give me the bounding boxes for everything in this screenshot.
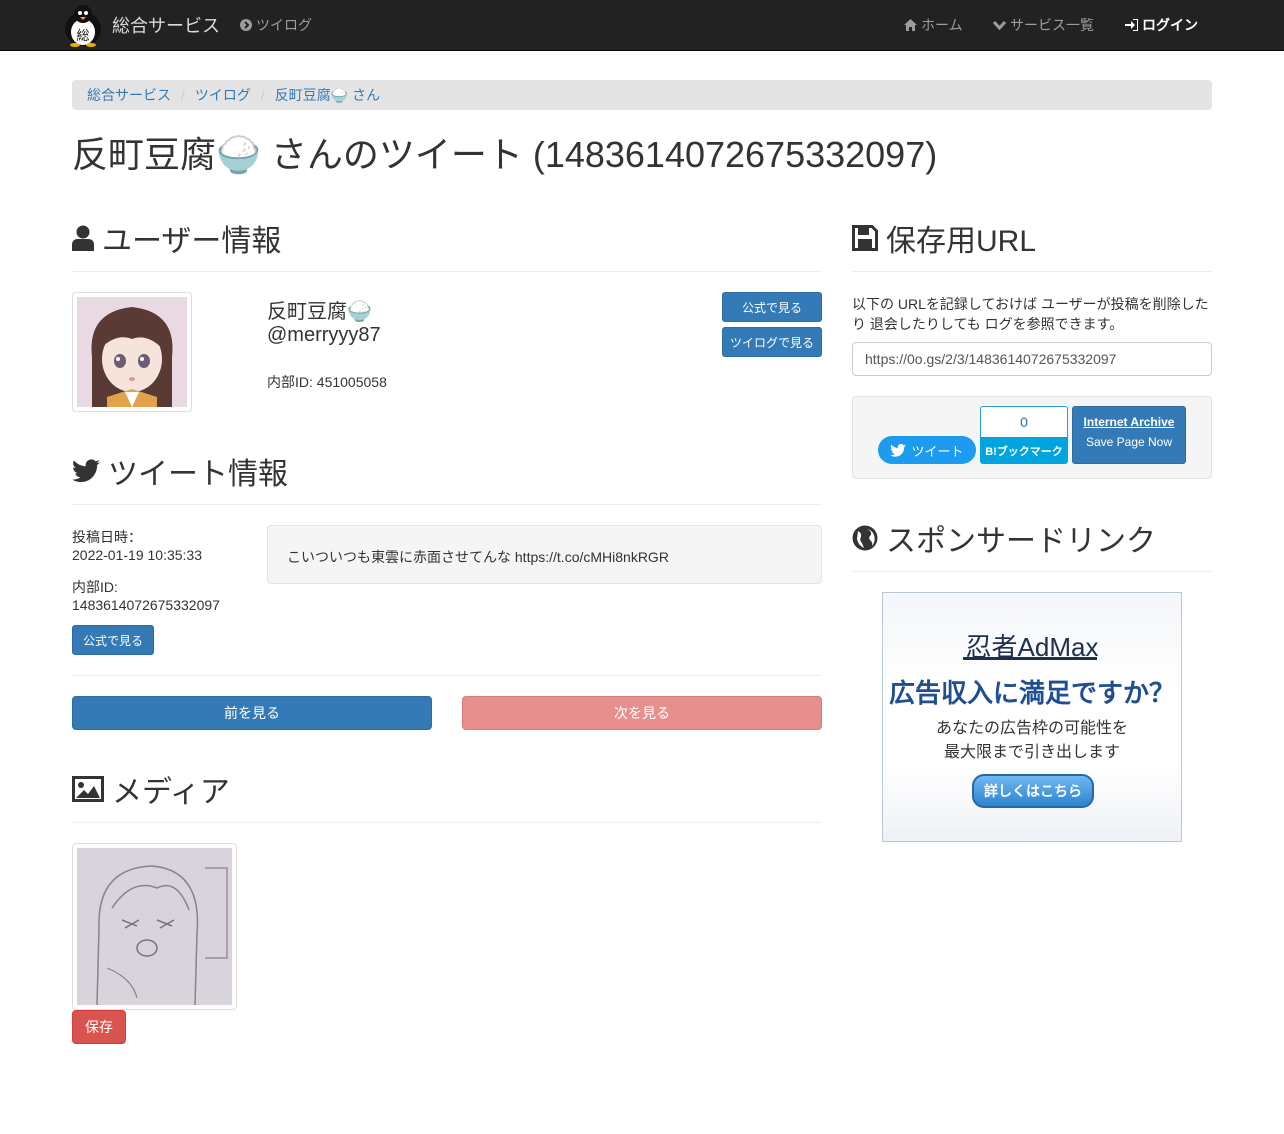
internet-archive-title: Internet Archive (1083, 415, 1175, 429)
internet-archive-button[interactable]: Internet Archive Save Page Now (1072, 406, 1186, 464)
user-avatar (72, 292, 192, 412)
globe-icon (852, 525, 878, 551)
user-view-tweetlog-button[interactable]: ツイログで見る (722, 327, 822, 357)
divider (72, 822, 822, 823)
divider (72, 271, 822, 272)
breadcrumb-item-tweetlog[interactable]: ツイログ (195, 85, 251, 105)
avatar-image (77, 297, 187, 407)
media-save-button[interactable]: 保存 (72, 1010, 126, 1044)
nav-home-link[interactable]: ホーム (904, 0, 963, 50)
hatena-bookmark-count[interactable]: 0 (980, 406, 1068, 437)
user-view-official-button[interactable]: 公式で見る (722, 292, 822, 322)
home-icon (904, 19, 917, 31)
hatena-bookmark-button[interactable]: B!ブックマーク (980, 437, 1068, 464)
user-info-heading: ユーザー情報 (72, 216, 281, 260)
ad-headline: 広告収入に満足ですか？ (888, 678, 1175, 708)
brand-link[interactable]: 総 総合サービス (62, 2, 220, 48)
sponsor-heading: スポンサードリンク (852, 516, 1156, 560)
breadcrumb-separator: / (181, 87, 185, 103)
save-url-description-line2: り 退会したりしても ログを参照できます。 (852, 316, 1124, 332)
save-url-field[interactable] (852, 342, 1212, 376)
divider (72, 504, 822, 505)
twitter-bird-icon (890, 443, 907, 457)
tweet-text: こいついつも東雲に赤面させてんな https://t.co/cMHi8nkRGR (287, 549, 669, 565)
sponsor-heading-text: スポンサードリンク (886, 525, 1156, 558)
ad-body-line1: あなたの広告枠の可能性を (935, 720, 1128, 737)
tweet-share-button[interactable]: ツイート (878, 436, 976, 464)
breadcrumb-separator: / (260, 87, 265, 103)
user-handle: @merryyy87 (267, 324, 381, 346)
divider (72, 675, 822, 676)
media-sketch-image (77, 848, 232, 1006)
brand-text: 総合サービス (112, 16, 220, 36)
tweet-id-value: 1483614072675332097 (72, 597, 220, 613)
tweet-info-heading: ツイート情報 (72, 449, 288, 493)
breadcrumb: 総合サービス / ツイログ / 反町豆腐🍚 さん (72, 80, 1212, 110)
media-thumbnail[interactable] (72, 843, 237, 1010)
nav-home-label: ホーム (921, 17, 963, 33)
user-internal-id: 内部ID: 451005058 (267, 374, 387, 390)
sponsor-ad-banner[interactable]: 忍者AdMax 広告収入に満足ですか？ あなたの広告枠の可能性を 最大限まで引き… (882, 592, 1182, 842)
user-info-heading-text: ユーザー情報 (102, 225, 282, 258)
internet-archive-subtitle: Save Page Now (1085, 435, 1173, 449)
tweet-info-heading-text: ツイート情報 (108, 458, 288, 491)
divider (852, 271, 1212, 272)
tweet-share-label: ツイート (911, 443, 964, 459)
ad-divider-bar (963, 657, 1097, 660)
next-tweet-button[interactable]: 次を見る (462, 696, 822, 730)
breadcrumb-item-user[interactable]: 反町豆腐🍚 さん (275, 85, 380, 105)
prev-tweet-button[interactable]: 前を見る (72, 696, 432, 730)
save-url-heading: 保存用URL (852, 216, 1036, 260)
user-display-name: 反町豆腐🍚 (267, 301, 372, 323)
login-icon (1125, 19, 1138, 31)
logo-char: 総 (76, 29, 89, 44)
save-url-description-line1: 以下の URLを記録しておけば ユーザーが投稿を削除した (852, 296, 1209, 312)
posted-at-label: 投稿日時： (72, 529, 142, 545)
tweet-id-label: 内部ID: (72, 579, 118, 595)
image-icon (72, 776, 104, 802)
nav-login-link[interactable]: ログイン (1125, 0, 1198, 50)
chevron-circle-right-icon (240, 19, 252, 31)
posted-at-value: 2022-01-19 10:35:33 (72, 547, 202, 563)
penguin-logo-icon: 総 (65, 5, 101, 47)
twitter-bird-icon (72, 459, 100, 483)
save-url-heading-text: 保存用URL (886, 225, 1037, 258)
nav-tweetlog-label: ツイログ (256, 17, 312, 33)
page-title: 反町豆腐🍚 さんのツイート (1483614072675332097) (72, 134, 938, 175)
chevron-down-icon (993, 20, 1006, 30)
nav-services-link[interactable]: サービス一覧 (993, 0, 1094, 50)
ad-body-line2: 最大限まで引き出します (943, 744, 1120, 761)
tweet-text-box: こいついつも東雲に赤面させてんな https://t.co/cMHi8nkRGR (267, 525, 822, 584)
breadcrumb-item-home[interactable]: 総合サービス (87, 85, 171, 105)
navbar: 総 総合サービス ツイログ ホーム サービス一覧 ログイン (0, 0, 1284, 51)
user-icon (72, 225, 94, 251)
nav-services-label: サービス一覧 (1010, 17, 1094, 33)
nav-login-label: ログイン (1142, 17, 1198, 33)
media-heading-text: メディア (112, 776, 230, 809)
divider (852, 571, 1212, 572)
ad-body: あなたの広告枠の可能性を 最大限まで引き出します (883, 717, 1181, 765)
media-heading: メディア (72, 767, 230, 811)
nav-tweetlog-link[interactable]: ツイログ (240, 0, 312, 50)
ad-cta-button[interactable]: 詳しくはこちら (972, 774, 1094, 808)
floppy-disk-icon (852, 225, 878, 251)
tweet-view-official-button[interactable]: 公式で見る (72, 625, 154, 655)
